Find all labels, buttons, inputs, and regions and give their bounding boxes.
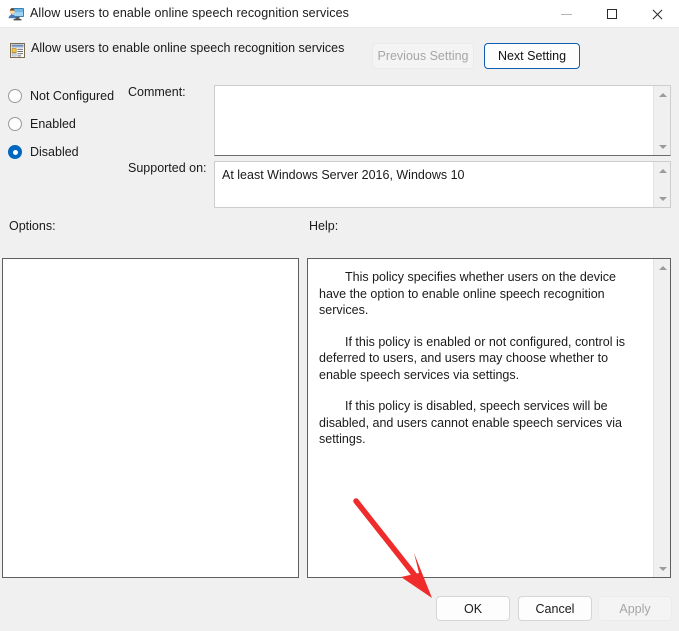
scroll-down-arrow-icon[interactable] (654, 138, 670, 155)
minimize-button[interactable] (544, 0, 589, 28)
next-setting-button[interactable]: Next Setting (484, 43, 580, 69)
close-button[interactable] (634, 0, 679, 28)
policy-setting-dialog: Allow users to enable online speech reco… (0, 0, 679, 631)
options-label: Options: (9, 219, 56, 233)
radio-enabled-indicator (8, 117, 22, 131)
window-title: Allow users to enable online speech reco… (30, 6, 349, 20)
help-label: Help: (309, 219, 339, 233)
scroll-down-arrow-icon[interactable] (654, 190, 670, 207)
policy-setting-icon (9, 42, 26, 59)
next-setting-label: Next Setting (497, 49, 567, 63)
comment-scrollbar[interactable] (653, 86, 670, 155)
scroll-up-arrow-icon[interactable] (654, 259, 670, 276)
scroll-down-arrow-icon[interactable] (654, 560, 670, 577)
radio-enabled-label: Enabled (30, 117, 76, 131)
radio-disabled[interactable]: Disabled (8, 143, 79, 161)
help-panel: This policy specifies whether users on t… (307, 258, 671, 578)
group-policy-computer-icon (7, 5, 25, 23)
radio-enabled[interactable]: Enabled (8, 115, 76, 133)
scroll-up-arrow-icon[interactable] (654, 86, 670, 103)
cancel-button-label: Cancel (535, 601, 575, 616)
radio-not-configured-indicator (8, 89, 22, 103)
comment-input[interactable] (214, 85, 671, 156)
help-scrollbar[interactable] (653, 259, 670, 577)
supported-on-label: Supported on: (128, 161, 207, 175)
title-bar: Allow users to enable online speech reco… (0, 0, 679, 28)
supported-on-scrollbar[interactable] (653, 162, 670, 207)
supported-on-value: At least Windows Server 2016, Windows 10 (222, 168, 465, 182)
apply-button[interactable]: Apply (598, 596, 672, 621)
apply-button-label: Apply (619, 601, 651, 616)
radio-disabled-label: Disabled (30, 145, 79, 159)
supported-on-field[interactable]: At least Windows Server 2016, Windows 10 (214, 161, 671, 208)
help-paragraph: If this policy is disabled, speech servi… (319, 399, 622, 446)
ok-button-label: OK (463, 601, 483, 616)
help-paragraph: If this policy is enabled or not configu… (319, 334, 626, 382)
help-text: This policy specifies whether users on t… (319, 269, 646, 448)
maximize-button[interactable] (589, 0, 634, 28)
radio-not-configured-label: Not Configured (30, 89, 115, 103)
ok-button[interactable]: OK (436, 596, 510, 621)
minimize-icon (561, 13, 572, 15)
previous-setting-button[interactable]: Previous Setting (372, 43, 474, 69)
policy-name-label: Allow users to enable online speech reco… (31, 41, 345, 55)
options-panel[interactable] (2, 258, 299, 578)
comment-label: Comment: (128, 85, 186, 99)
scroll-up-arrow-icon[interactable] (654, 162, 670, 179)
radio-disabled-indicator (8, 145, 22, 159)
maximize-icon (606, 9, 617, 19)
radio-not-configured[interactable]: Not Configured (8, 87, 114, 105)
close-icon (651, 8, 663, 20)
previous-setting-label: Previous Setting (377, 49, 469, 63)
help-paragraph: This policy specifies whether users on t… (319, 270, 616, 317)
cancel-button[interactable]: Cancel (518, 596, 592, 621)
